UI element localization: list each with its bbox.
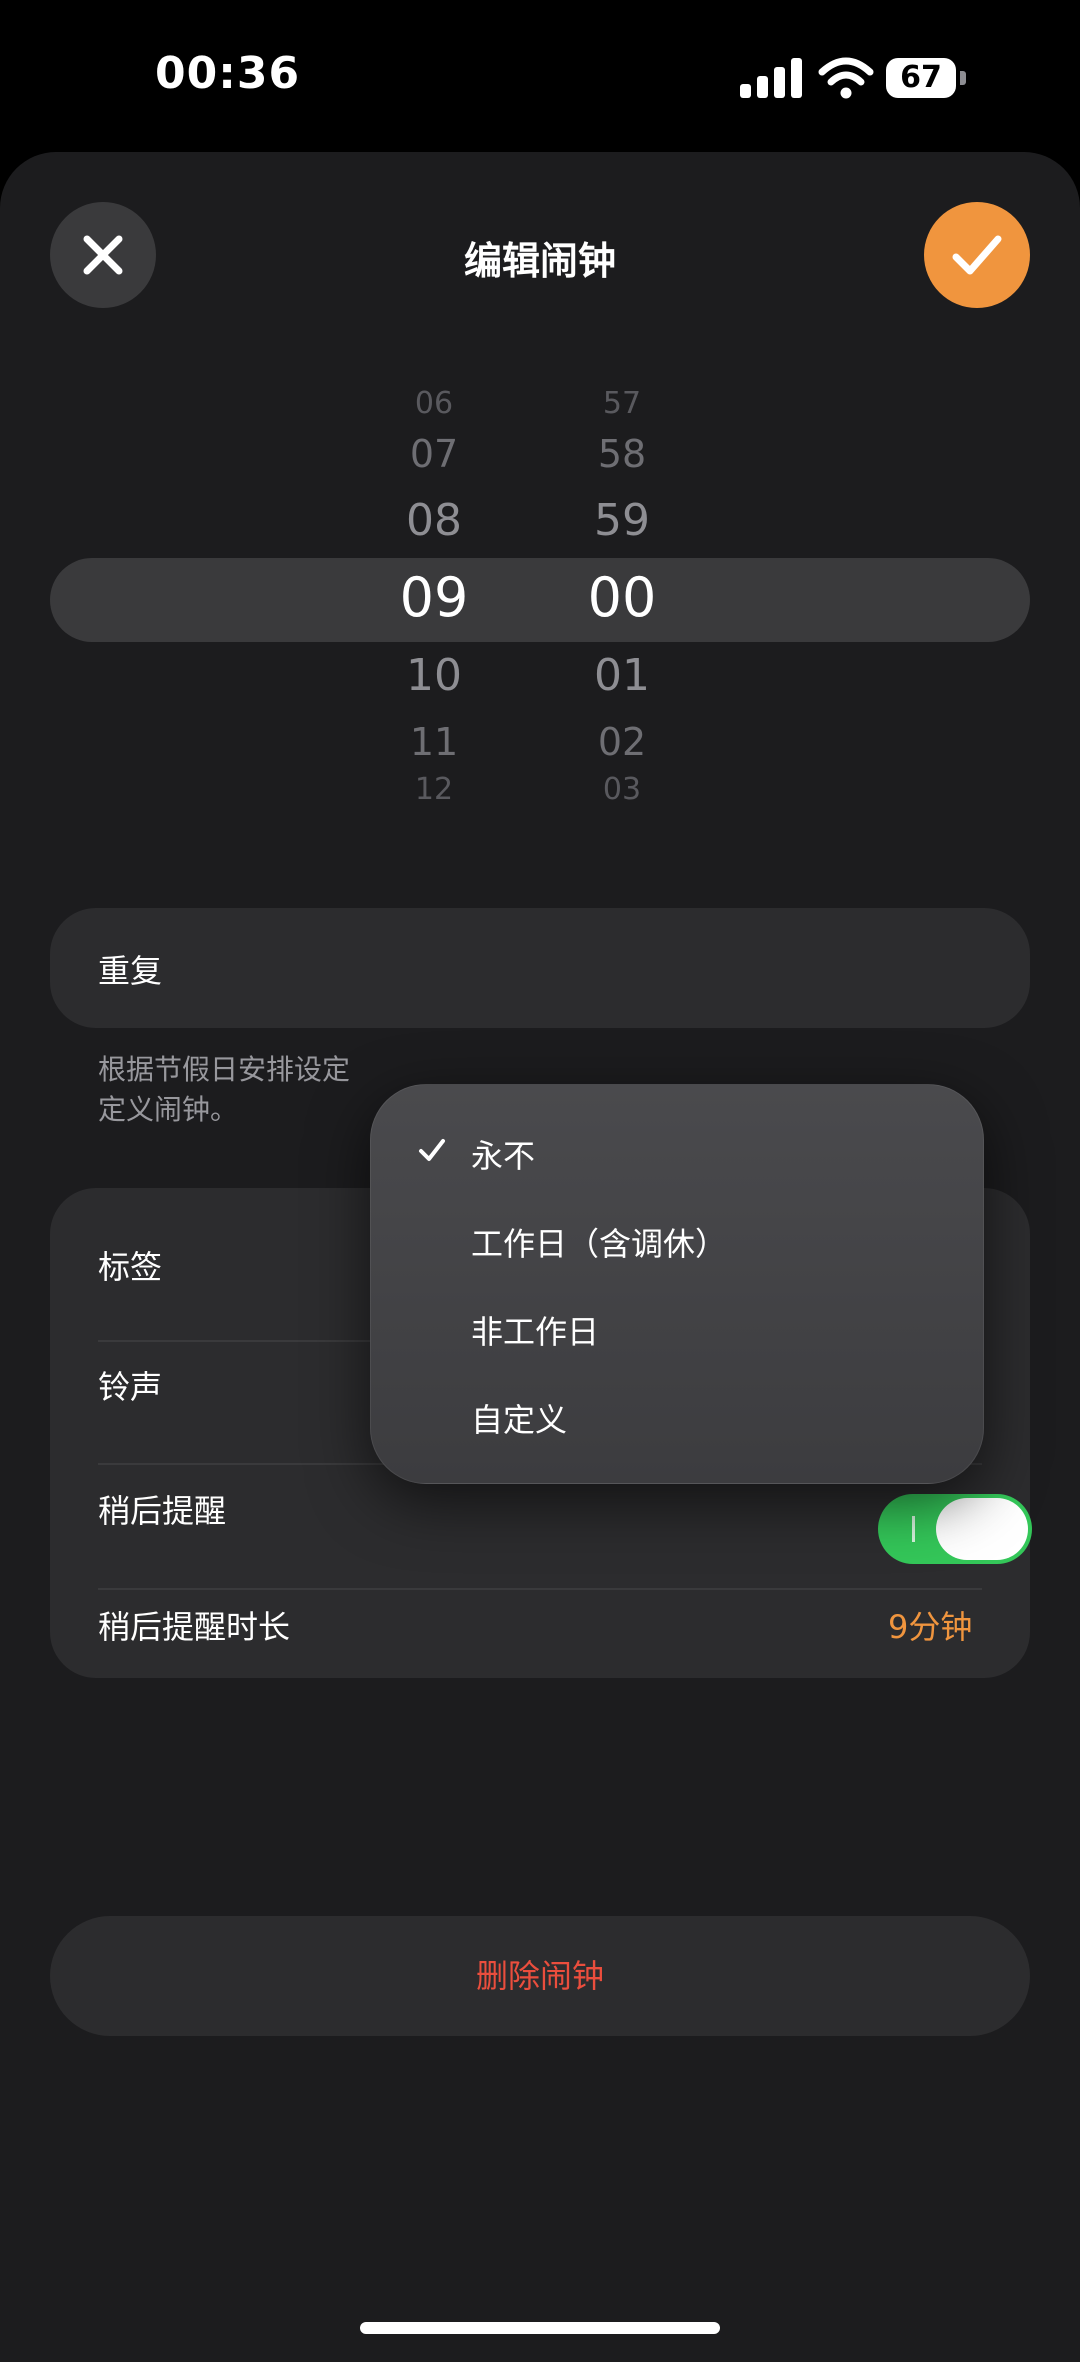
edit-alarm-sheet: 编辑闹钟 06 07 08 09 10 11 12 57 58 59 00 01 02 03 重复 根据… <box>0 152 1080 2362</box>
menu-item-workdays[interactable]: 工作日（含调休） <box>371 1201 983 1281</box>
battery-icon: 67 <box>886 58 970 102</box>
checkmark-icon <box>419 1139 445 1161</box>
label-row-label[interactable]: 标签 <box>98 1242 162 1288</box>
home-indicator <box>360 2322 720 2334</box>
snooze-toggle[interactable] <box>878 1494 1032 1564</box>
picker-value[interactable]: 07 <box>344 435 524 473</box>
picker-value[interactable]: 12 <box>344 775 524 805</box>
menu-item-custom[interactable]: 自定义 <box>371 1377 983 1457</box>
menu-item-label: 自定义 <box>471 1401 568 1439</box>
battery-tip <box>960 71 966 85</box>
holiday-note-line2: 定义闹钟。 <box>98 1093 239 1126</box>
cellular-signal-icon <box>740 58 802 98</box>
page-title: 编辑闹钟 <box>463 239 616 283</box>
menu-item-non-workdays[interactable]: 非工作日 <box>371 1289 983 1369</box>
ringtone-row-label[interactable]: 铃声 <box>98 1362 162 1408</box>
repeat-label: 重复 <box>98 952 163 990</box>
status-bar: 00:36 67 <box>0 0 1080 150</box>
menu-item-label: 工作日（含调休） <box>471 1225 728 1263</box>
menu-item-label: 永不 <box>471 1137 536 1175</box>
repeat-row[interactable]: 重复 <box>50 908 1030 1028</box>
picker-value[interactable]: 03 <box>532 775 712 805</box>
menu-item-never[interactable]: 永不 <box>371 1113 983 1193</box>
toggle-on-mark <box>912 1516 915 1542</box>
snooze-duration-value[interactable]: 9分钟 <box>888 1602 972 1648</box>
picker-value[interactable]: 59 <box>532 499 712 543</box>
status-time: 00:36 <box>155 48 301 99</box>
picker-value[interactable]: 11 <box>344 723 524 761</box>
picker-value[interactable]: 08 <box>344 499 524 543</box>
picker-value[interactable]: 58 <box>532 435 712 473</box>
picker-value[interactable]: 01 <box>532 654 712 698</box>
holiday-note: 根据节假日安排设定 定义闹钟。 <box>98 1050 398 1130</box>
delete-alarm-button[interactable]: 删除闹钟 <box>50 1916 1030 2036</box>
picker-value[interactable]: 06 <box>344 389 524 419</box>
picker-value[interactable]: 09 <box>344 571 524 625</box>
confirm-button[interactable] <box>924 202 1030 308</box>
picker-value[interactable]: 00 <box>532 571 712 625</box>
snooze-row-label: 稍后提醒 <box>98 1492 227 1530</box>
picker-value[interactable]: 02 <box>532 723 712 761</box>
picker-value[interactable]: 10 <box>344 654 524 698</box>
divider <box>98 1588 982 1590</box>
menu-item-label: 非工作日 <box>471 1313 600 1351</box>
wifi-icon <box>818 57 874 99</box>
checkmark-icon <box>952 235 1002 275</box>
snooze-duration-label[interactable]: 稍后提醒时长 <box>98 1602 290 1648</box>
repeat-menu: 永不 工作日（含调休） 非工作日 自定义 <box>370 1084 984 1484</box>
holiday-note-line1: 根据节假日安排设定 <box>98 1053 351 1086</box>
battery-level: 67 <box>886 58 956 98</box>
toggle-knob <box>936 1498 1028 1560</box>
picker-value[interactable]: 57 <box>532 389 712 419</box>
